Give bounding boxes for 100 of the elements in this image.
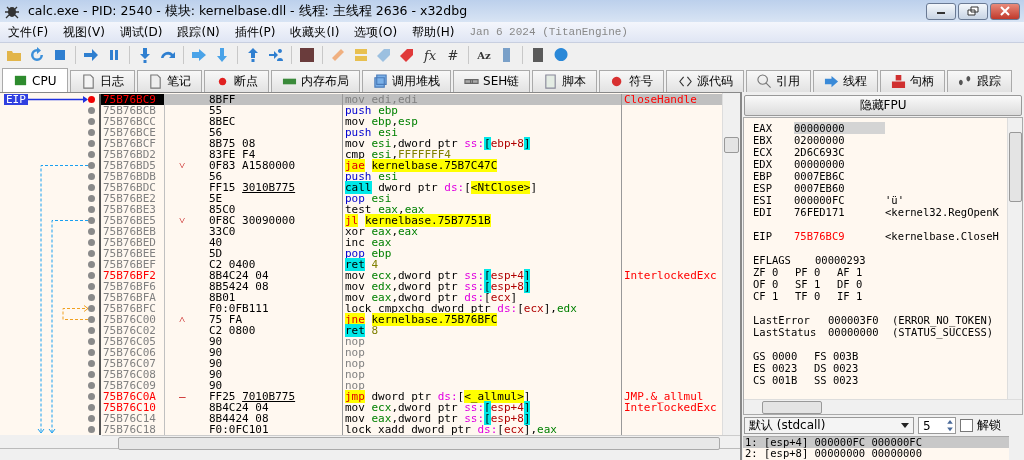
tab[interactable]: 符号 xyxy=(599,70,665,92)
breakpoint-dot[interactable] xyxy=(88,349,95,356)
register-value[interactable]: 00000293 xyxy=(815,254,866,266)
breakpoint-dot[interactable] xyxy=(88,272,95,279)
breakpoint-dot[interactable] xyxy=(88,360,95,367)
hash-button[interactable]: # xyxy=(445,47,461,63)
breakpoint-dot[interactable] xyxy=(88,316,95,323)
close-button[interactable] xyxy=(990,2,1020,20)
menu-item[interactable]: 插件(P) xyxy=(226,23,283,41)
breakpoint-dot[interactable] xyxy=(88,107,95,114)
breakpoint-dot[interactable] xyxy=(88,404,95,411)
register-value[interactable]: 00000000 xyxy=(794,122,885,134)
segment-register[interactable]: SS 0023 xyxy=(814,374,875,386)
tab[interactable]: 内存布局 xyxy=(270,70,360,92)
square-icon[interactable] xyxy=(299,47,315,63)
breakpoint-dot[interactable] xyxy=(88,338,95,345)
flag-value[interactable]: DF 0 xyxy=(837,278,879,290)
tab[interactable]: 日志 xyxy=(69,70,135,92)
segment-register[interactable]: CS 001B xyxy=(753,374,814,386)
minimize-button[interactable] xyxy=(926,2,956,20)
breakpoint-dot[interactable] xyxy=(88,415,95,422)
flag-value[interactable]: IF 1 xyxy=(837,290,879,302)
tab[interactable]: SEH链 xyxy=(452,70,531,92)
breakpoint-dot[interactable] xyxy=(88,151,95,158)
register-value[interactable]: 000000FC xyxy=(794,194,885,206)
breakpoint-dot[interactable] xyxy=(88,195,95,202)
horizontal-scrollbar[interactable] xyxy=(102,435,740,449)
breakpoint-dot[interactable] xyxy=(88,261,95,268)
segment-register[interactable]: ES 0023 xyxy=(753,362,814,374)
register-value[interactable]: 0007EB60 xyxy=(794,182,885,194)
restart-icon[interactable] xyxy=(29,47,45,63)
down-arrow-icon[interactable] xyxy=(214,47,230,63)
breakpoint-dot[interactable] xyxy=(88,184,95,191)
menu-item[interactable]: 调试(D) xyxy=(111,23,170,41)
right-arrow-icon[interactable] xyxy=(83,47,99,63)
breakpoint-dot[interactable] xyxy=(88,118,95,125)
breakpoint-dot[interactable] xyxy=(88,129,95,136)
restore-button[interactable] xyxy=(958,2,988,20)
arrow-person-icon[interactable] xyxy=(268,47,284,63)
breakpoint-dot[interactable] xyxy=(88,239,95,246)
unlock-checkbox[interactable] xyxy=(960,419,973,432)
register-value[interactable]: 2D6C693C xyxy=(794,146,885,158)
tab[interactable]: 断点 xyxy=(203,70,269,92)
tag-icon[interactable] xyxy=(376,47,392,63)
breakpoint-dot[interactable] xyxy=(88,426,95,433)
sort-button[interactable]: Az xyxy=(476,49,492,61)
breakpoint-dot[interactable] xyxy=(88,162,95,169)
flag-value[interactable]: CF 1 xyxy=(753,290,795,302)
flag-value[interactable]: ZF 0 xyxy=(753,266,795,278)
register-value[interactable]: 00000000 xyxy=(828,326,892,338)
flag-value[interactable]: PF 0 xyxy=(795,266,837,278)
double-arrow-icon[interactable] xyxy=(191,47,207,63)
breakpoint-dot[interactable] xyxy=(88,382,95,389)
tag-icon[interactable] xyxy=(399,47,415,63)
function-button[interactable]: fx xyxy=(422,47,438,63)
breakpoint-dot[interactable] xyxy=(88,305,95,312)
flag-value[interactable]: TF 0 xyxy=(795,290,837,302)
breakpoint-dot[interactable] xyxy=(88,294,95,301)
menu-item[interactable]: 帮助(H) xyxy=(404,23,462,41)
menu-item[interactable]: 收藏夹(I) xyxy=(282,23,347,41)
hide-fpu-button[interactable]: 隐藏FPU xyxy=(744,95,1022,116)
segment-register[interactable]: DS 0023 xyxy=(814,362,875,374)
calling-convention-dropdown[interactable]: 默认 (stdcall) xyxy=(744,417,914,434)
breakpoint-dot[interactable] xyxy=(88,206,95,213)
breakpoint-dot[interactable] xyxy=(88,327,95,334)
menu-item[interactable]: 文件(F) xyxy=(0,23,56,41)
tab[interactable]: 句柄 xyxy=(879,70,945,92)
breakpoint-dot[interactable] xyxy=(88,250,95,257)
tab[interactable]: 引用 xyxy=(745,70,811,92)
breakpoint-dot[interactable] xyxy=(88,173,95,180)
tab[interactable]: CPU xyxy=(2,68,68,92)
breakpoint-dot[interactable] xyxy=(88,393,95,400)
breakpoint-dot[interactable] xyxy=(88,96,95,103)
argument-count-spinner[interactable]: 5 xyxy=(918,417,956,434)
tab[interactable]: 笔记 xyxy=(136,70,202,92)
flag-value[interactable]: AF 1 xyxy=(837,266,879,278)
menu-item[interactable]: 跟踪(N) xyxy=(169,23,227,41)
register-value[interactable]: 000003F0 xyxy=(828,314,892,326)
flag-value[interactable]: SF 1 xyxy=(795,278,837,290)
horizontal-scrollbar[interactable] xyxy=(744,399,1022,414)
flag-value[interactable]: OF 0 xyxy=(753,278,795,290)
menu-item[interactable]: 视图(V) xyxy=(55,23,112,41)
breakpoint-dot[interactable] xyxy=(88,228,95,235)
vertical-scrollbar[interactable] xyxy=(722,93,739,435)
breakpoint-dot[interactable] xyxy=(88,140,95,147)
breakpoint-dot[interactable] xyxy=(88,217,95,224)
tab[interactable]: 脚本 xyxy=(532,70,598,92)
vertical-scrollbar[interactable] xyxy=(1007,118,1022,399)
register-value[interactable]: 76FED171 xyxy=(794,206,885,218)
stack-argument-row[interactable]: 2: [esp+8] 00000000 00000000 xyxy=(743,448,1009,459)
breakpoint-dot[interactable] xyxy=(88,371,95,378)
register-value[interactable]: 75B76BC9 xyxy=(794,230,885,242)
tab[interactable]: 源代码 xyxy=(666,70,744,92)
breakpoint-dot[interactable] xyxy=(88,283,95,290)
register-value[interactable]: 00000000 xyxy=(794,158,885,170)
stack-argument-row[interactable]: 1: [esp+4] 000000FC 000000FC xyxy=(743,437,1009,448)
stop-icon[interactable] xyxy=(52,47,68,63)
register-value[interactable]: 0007EB6C xyxy=(794,170,885,182)
segment-register[interactable]: FS 003B xyxy=(814,350,875,362)
tab[interactable]: 跟踪 xyxy=(946,70,1012,92)
